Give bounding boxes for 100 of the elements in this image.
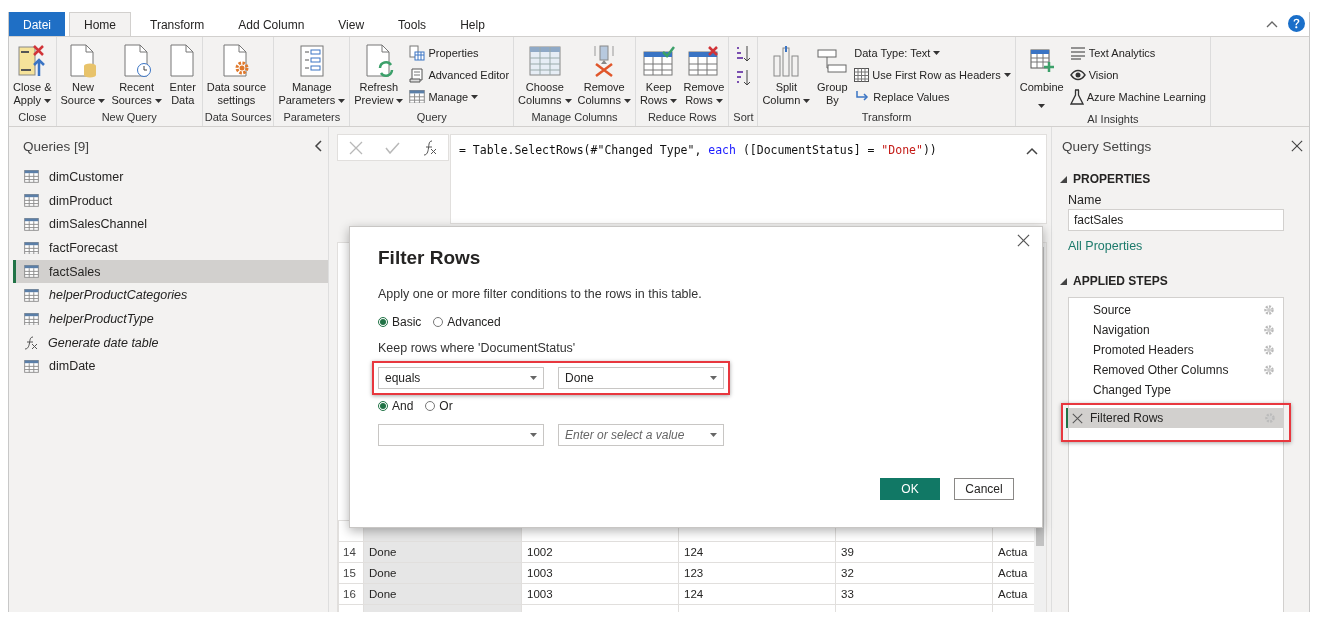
- ribbon-button[interactable]: Group By: [814, 41, 851, 109]
- chevron-up-icon[interactable]: [1026, 147, 1038, 155]
- ribbon-button[interactable]: Close & Apply: [11, 41, 54, 109]
- query-item[interactable]: dimDate: [13, 354, 328, 379]
- collapse-triangle-icon[interactable]: [1060, 175, 1067, 183]
- operator-dropdown[interactable]: equals: [378, 367, 544, 389]
- step-item[interactable]: Navigation: [1069, 320, 1283, 340]
- ribbon-button[interactable]: Azure Machine Learning: [1067, 87, 1208, 106]
- value-dropdown[interactable]: Done: [558, 367, 724, 389]
- query-item[interactable]: dimCustomer: [13, 165, 328, 189]
- group-label: New Query: [100, 111, 158, 125]
- table-icon: [24, 312, 39, 326]
- ribbon-button[interactable]: Combine: [1017, 41, 1066, 113]
- ribbon-button[interactable]: Use First Row as Headers: [852, 65, 1013, 84]
- ribbon-button[interactable]: Data source settings: [204, 41, 269, 109]
- radio-option[interactable]: Or: [425, 399, 453, 413]
- chevron-left-icon[interactable]: [314, 140, 322, 152]
- query-item[interactable]: dimProduct: [13, 188, 328, 213]
- close-icon[interactable]: [1291, 140, 1303, 152]
- function-icon[interactable]: [422, 139, 437, 156]
- ok-button[interactable]: OK: [880, 478, 940, 500]
- caret-icon: [623, 98, 631, 103]
- group-label: Transform: [860, 111, 913, 125]
- radio-option[interactable]: Basic: [378, 315, 422, 329]
- dialog-description: Apply one or more filter conditions to the rows in this table.: [378, 287, 703, 301]
- delete-icon[interactable]: [1072, 412, 1083, 424]
- caret-icon: [933, 50, 941, 55]
- ribbon-button[interactable]: Properties: [407, 43, 512, 62]
- query-item[interactable]: Generate date table: [13, 330, 328, 355]
- formula-bar[interactable]: = Table.SelectRows(#"Changed Type", each ([DocumentStatus] = "Done")): [450, 134, 1047, 224]
- ribbon-button[interactable]: Manage: [407, 87, 512, 106]
- panel-title: Queries [9]: [23, 138, 90, 154]
- step-item[interactable]: Filtered Rows: [1066, 408, 1284, 428]
- caret-icon: [670, 98, 678, 103]
- document-refresh-icon: [363, 44, 394, 78]
- name-field[interactable]: factSales: [1068, 209, 1284, 231]
- group-label: Manage Columns: [530, 111, 619, 125]
- group-label: Close: [17, 111, 48, 125]
- table-icon: [24, 241, 39, 255]
- radio-option[interactable]: And: [378, 399, 414, 413]
- combine-icon: [1028, 48, 1055, 74]
- query-item[interactable]: dimSalesChannel: [13, 212, 328, 237]
- eye-icon: [1069, 68, 1086, 81]
- ribbon-tab[interactable]: View: [323, 12, 380, 36]
- ribbon-button[interactable]: Keep Rows: [637, 41, 680, 109]
- query-item[interactable]: helperProductType: [13, 307, 328, 331]
- ribbon-tab[interactable]: Help: [445, 12, 500, 36]
- step-item[interactable]: Removed Other Columns: [1069, 360, 1283, 380]
- help-icon[interactable]: [1288, 15, 1305, 32]
- query-item[interactable]: helperProductCategories: [13, 283, 328, 308]
- file-tab[interactable]: Datei: [9, 12, 65, 36]
- ribbon-tab[interactable]: Home: [69, 12, 132, 37]
- table-icon: [528, 46, 561, 76]
- step-item[interactable]: Source: [1069, 300, 1283, 320]
- ribbon-button[interactable]: Manage Parameters: [276, 41, 348, 109]
- ribbon-button[interactable]: Advanced Editor: [407, 65, 512, 84]
- radio-option[interactable]: Advanced: [433, 315, 501, 329]
- group-label: AI Insights: [1086, 113, 1140, 127]
- ribbon-button[interactable]: Replace Values: [852, 87, 1013, 106]
- group-label: Parameters: [282, 111, 342, 125]
- dialog-title: Filter Rows: [378, 247, 482, 269]
- all-properties-link[interactable]: All Properties: [1068, 239, 1143, 253]
- scroll-icon: [409, 66, 426, 83]
- query-item[interactable]: factForecast: [13, 236, 328, 260]
- ribbon-button[interactable]: Data Type: Text: [852, 43, 1013, 62]
- flask-icon: [1069, 88, 1084, 105]
- check-icon[interactable]: [385, 141, 401, 154]
- step-item[interactable]: Promoted Headers: [1069, 340, 1283, 360]
- table-cell: Done: [363, 563, 521, 583]
- ribbon-button[interactable]: Recent Sources: [109, 41, 164, 109]
- ribbon-tab[interactable]: Transform: [135, 12, 220, 36]
- ribbon-button[interactable]: Choose Columns: [516, 41, 574, 109]
- ribbon-button[interactable]: Split Column: [760, 41, 813, 109]
- group-label: Sort: [732, 111, 755, 125]
- table-cell: Done: [363, 584, 521, 604]
- ribbon-button[interactable]: Remove Rows: [681, 41, 727, 109]
- ribbon-button[interactable]: Text Analytics: [1067, 43, 1208, 62]
- ribbon-button[interactable]: New Source: [58, 41, 108, 109]
- sort-ascending-icon[interactable]: [735, 45, 752, 63]
- caret-icon: [710, 376, 717, 380]
- cancel-button[interactable]: Cancel: [954, 478, 1014, 500]
- ribbon-tab[interactable]: Add Column: [223, 12, 320, 36]
- collapse-triangle-icon[interactable]: [1060, 277, 1067, 285]
- table-cell: Done: [363, 542, 521, 562]
- sort-descending-icon[interactable]: [735, 69, 752, 87]
- ribbon-button[interactable]: Enter Data: [165, 41, 200, 109]
- table-icon: [409, 89, 426, 104]
- chevron-up-icon[interactable]: [1266, 19, 1278, 28]
- caret-icon: [1003, 72, 1011, 77]
- step-item[interactable]: Changed Type: [1069, 380, 1283, 400]
- ribbon-button[interactable]: Refresh Preview: [352, 41, 406, 109]
- ribbon-tab[interactable]: Tools: [383, 12, 442, 36]
- query-item[interactable]: factSales: [13, 259, 328, 284]
- ribbon-button[interactable]: Remove Columns: [575, 41, 633, 109]
- value-dropdown[interactable]: Enter or select a value: [558, 424, 724, 446]
- close-icon[interactable]: [1017, 234, 1030, 247]
- caret-icon: [530, 433, 537, 437]
- ribbon-button[interactable]: Vision: [1067, 65, 1208, 84]
- caret-icon: [530, 376, 537, 380]
- table-icon: [24, 170, 39, 184]
